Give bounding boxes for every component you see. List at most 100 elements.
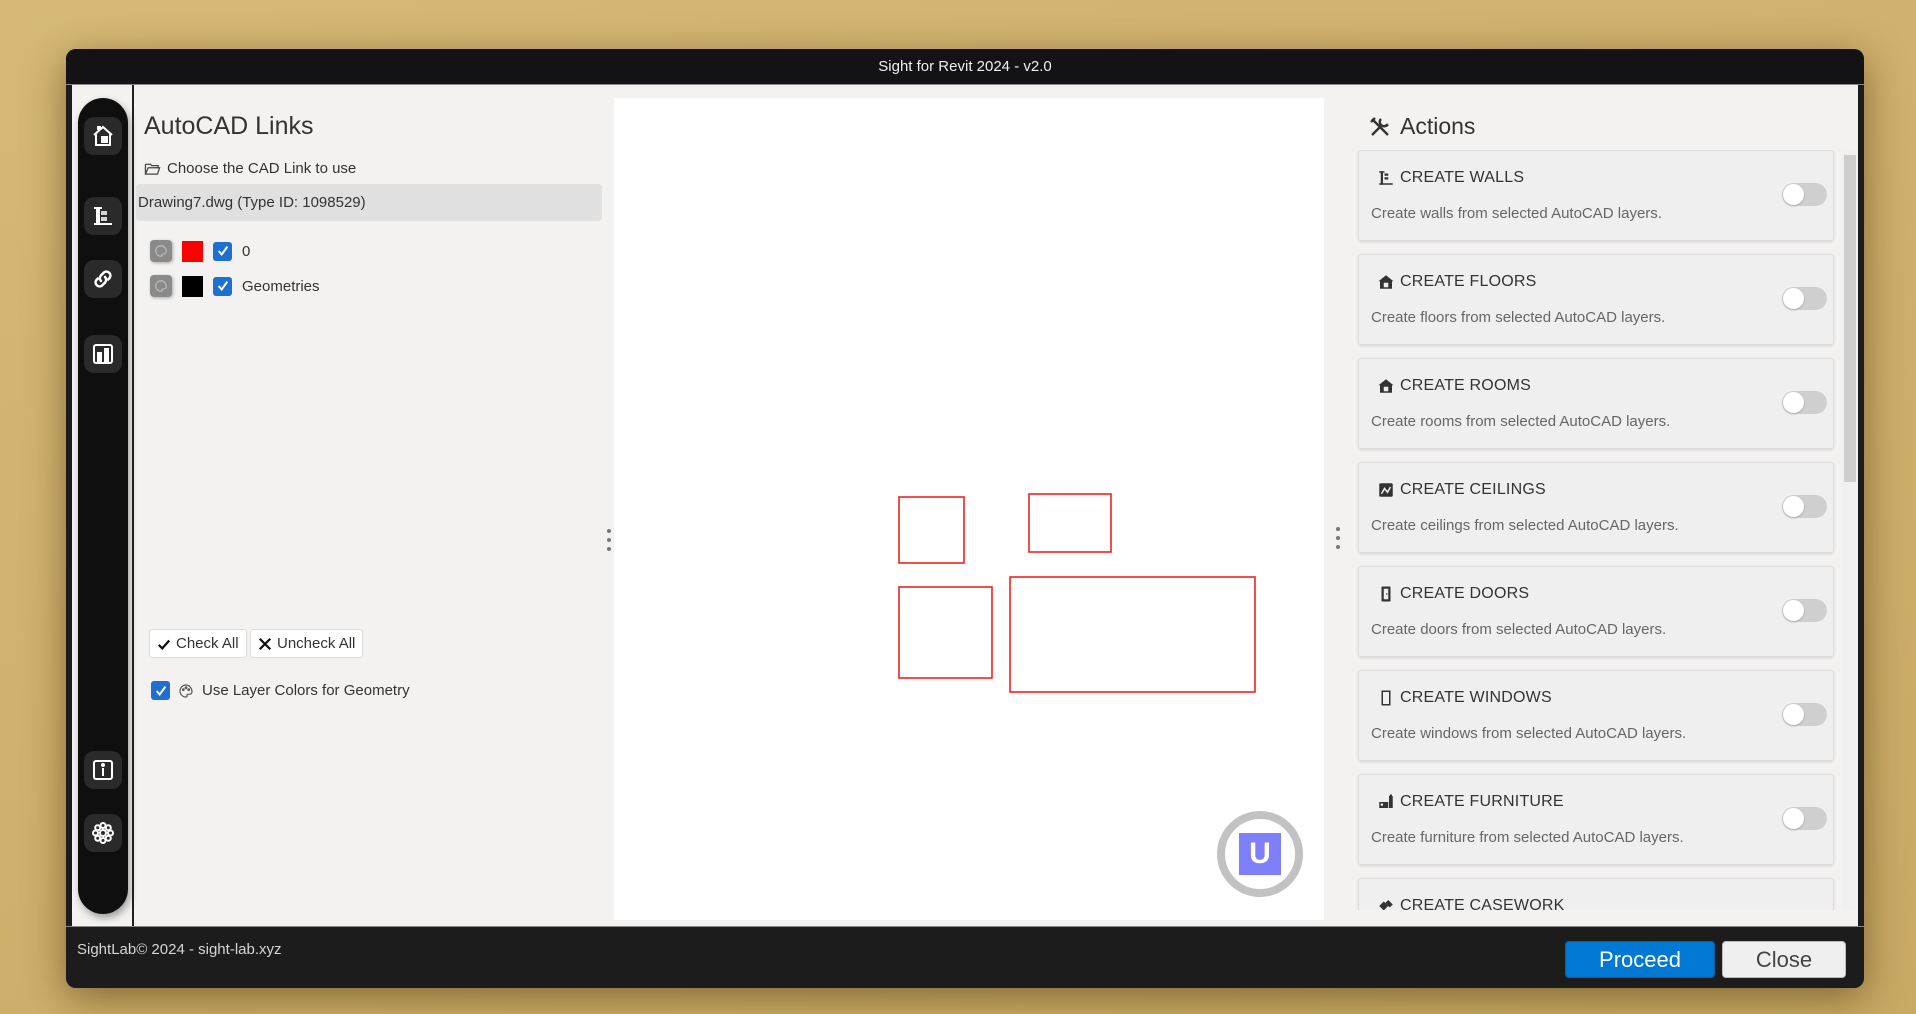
action-card-description: Create rooms from selected AutoCAD layer… [1371,413,1671,430]
checkmark-icon [217,281,228,292]
choose-cad-label: Choose the CAD Link to use [144,160,356,177]
window-title: Sight for Revit 2024 - v2.0 [878,58,1052,75]
toggle-knob [1783,288,1804,309]
check-icon [157,639,171,650]
window-icon [1377,689,1395,707]
cad-geometry-rect [1028,493,1112,553]
action-card-title: CREATE DOORS [1377,585,1529,603]
furniture-icon [1377,793,1395,811]
preview-drawing [898,493,1256,693]
use-layer-colors-checkbox[interactable] [151,681,170,700]
check-all-button[interactable]: Check All [149,629,247,658]
checkmark-icon [217,246,228,257]
toggle-knob [1783,600,1804,621]
title-bar[interactable]: Sight for Revit 2024 - v2.0 [66,49,1864,85]
action-card-title: CREATE FLOORS [1377,273,1537,291]
uncheck-all-button[interactable]: Uncheck All [250,629,364,658]
action-card: CREATE WINDOWS Create windows from select… [1358,670,1834,761]
action-toggle[interactable] [1782,599,1827,622]
layer-color-swatch[interactable] [182,275,203,297]
action-card: CREATE DOORS Create doors from selected A… [1358,566,1834,657]
link-icon [94,270,112,288]
sidebar [78,98,128,914]
action-card: CREATE CEILINGS Create ceilings from sele… [1358,462,1834,553]
floor-icon [1377,273,1395,291]
autocad-links-panel: AutoCAD Links Choose the CAD Link to use… [136,85,682,926]
use-layer-colors-option: Use Layer Colors for Geometry [151,681,410,700]
action-card: CREATE ROOMS Create rooms from selected A… [1358,358,1834,449]
layer-row: Geometries [150,275,320,297]
action-card-title: CREATE FURNITURE [1377,793,1564,811]
action-card-title: CREATE WALLS [1377,169,1524,187]
x-icon [258,637,272,650]
action-card: CREATE FLOORS Create floors from selected… [1358,254,1834,345]
action-card-title: CREATE CEILINGS [1377,481,1546,499]
casework-icon [1377,897,1395,910]
proceed-button[interactable]: Proceed [1565,941,1715,978]
footer: SightLab© 2024 - sight-lab.xyz Proceed C… [66,926,1864,988]
action-toggle[interactable] [1782,703,1827,726]
wall-icon [1377,169,1395,187]
action-card-description: Create ceilings from selected AutoCAD la… [1371,517,1679,534]
checkmark-icon [155,685,166,696]
toggle-knob [1783,496,1804,517]
sidebar-item-info[interactable] [84,751,122,789]
app-window: Sight for Revit 2024 - v2.0 AutoCAD Link… [66,49,1864,988]
palette-icon [179,683,193,698]
panel-title: AutoCAD Links [144,112,314,140]
palette-icon [155,280,167,292]
door-icon [1377,585,1395,603]
wall-icon [94,207,112,225]
right-splitter-handle[interactable] [1336,527,1342,549]
sidebar-item-links[interactable] [84,260,122,298]
preview-canvas[interactable]: U [614,98,1324,920]
action-toggle[interactable] [1782,183,1827,206]
action-card-title: CREATE CASEWORK [1377,897,1565,910]
cad-link-select[interactable]: Drawing7.dwg (Type ID: 1098529) [136,184,602,221]
info-icon [93,760,113,780]
sidebar-item-settings[interactable] [84,814,122,852]
logo-badge: U [1217,811,1303,897]
copyright-text: SightLab© 2024 - sight-lab.xyz [77,941,282,958]
ceiling-icon [1377,481,1395,499]
layer-name: 0 [242,242,251,260]
sidebar-item-home[interactable] [84,117,122,155]
layer-color-swatch[interactable] [182,240,203,262]
left-splitter-handle[interactable] [607,529,613,551]
action-card-description: Create furniture from selected AutoCAD l… [1371,829,1684,846]
palette-icon [155,245,167,257]
action-toggle[interactable] [1782,495,1827,518]
action-card-title: CREATE WINDOWS [1377,689,1552,707]
room-icon [1377,377,1395,395]
action-card: CREATE WALLS Create walls from selected A… [1358,150,1834,241]
logo-mark: U [1239,833,1281,875]
sidebar-item-reports[interactable] [84,335,122,373]
action-toggle[interactable] [1782,287,1827,310]
action-toggle[interactable] [1782,391,1827,414]
folder-open-icon [144,163,161,175]
toggle-knob [1783,392,1804,413]
scrollbar-thumb[interactable] [1844,155,1856,482]
actions-header: Actions [1368,113,1475,140]
layer-checkbox[interactable] [213,276,232,296]
actions-panel: Actions CREATE WALLS Create walls from se… [1356,85,1858,926]
layer-row: 0 [150,240,250,262]
action-card-description: Create walls from selected AutoCAD layer… [1371,205,1662,222]
action-card: CREATE FURNITURE Create furniture from se… [1358,774,1834,865]
layer-color-picker-button[interactable] [150,275,172,297]
sidebar-item-walls[interactable] [84,197,122,235]
close-button[interactable]: Close [1722,941,1846,978]
cad-geometry-rect [1009,576,1256,693]
toggle-knob [1783,808,1804,829]
cad-link-value: Drawing7.dwg (Type ID: 1098529) [138,194,366,211]
action-card: CREATE CASEWORK [1358,878,1834,910]
action-card-title: CREATE ROOMS [1377,377,1531,395]
layer-color-picker-button[interactable] [150,240,172,262]
tools-icon [1370,116,1389,136]
action-toggle[interactable] [1782,807,1827,830]
toggle-knob [1783,184,1804,205]
actions-scrollbar[interactable] [1842,150,1856,910]
main-content: AutoCAD Links Choose the CAD Link to use… [72,85,1858,926]
toggle-knob [1783,704,1804,725]
layer-checkbox[interactable] [213,241,232,261]
